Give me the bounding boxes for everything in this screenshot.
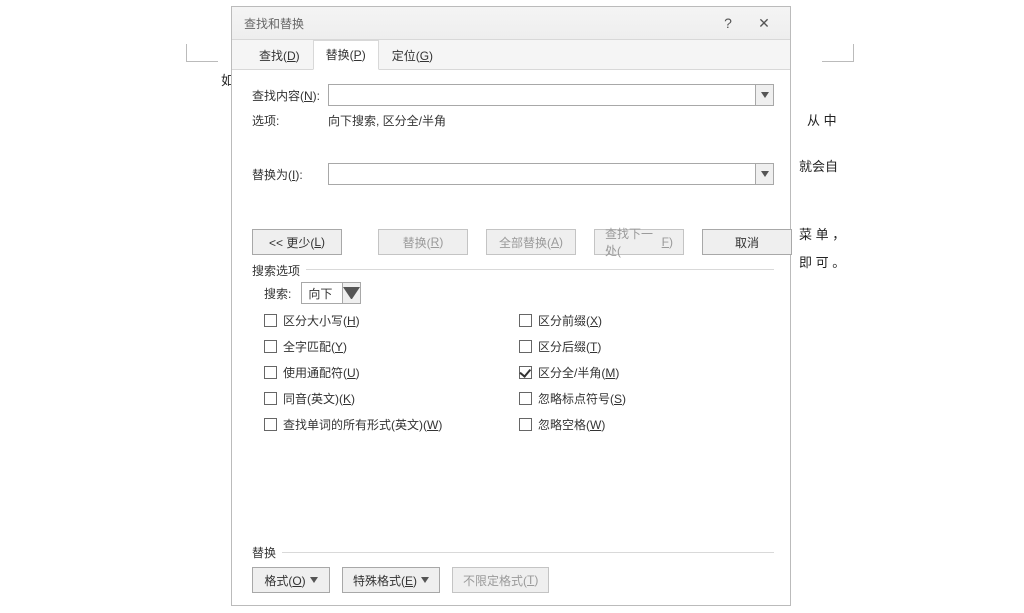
no-format-button[interactable]: 不限定格式(T): [452, 567, 549, 593]
tab-replace[interactable]: 替换(P): [313, 40, 379, 70]
page-corner-top-left: [186, 44, 218, 62]
form-area: 查找内容(N): 选项: 向下搜索, 区分全/半角 替换为(I):: [232, 70, 790, 219]
replace-format-section: 替换 格式(O) 特殊格式(E) 不限定格式(T): [252, 552, 774, 593]
replace-format-legend: 替换: [252, 544, 282, 561]
page-corner-top-right: [822, 44, 854, 62]
find-next-button[interactable]: 查找下一处(F): [594, 229, 684, 255]
action-buttons-row: << 更少(L) 替换(R) 全部替换(A) 查找下一处(F) 取消: [232, 219, 790, 263]
search-options-fieldset: 搜索选项 搜索: 向下 区分大小写(H) 全字匹配(Y) 使用通配符(U) 同音…: [252, 269, 774, 437]
replace-button[interactable]: 替换(R): [378, 229, 468, 255]
ignore-space-checkbox[interactable]: 忽略空格(W): [519, 416, 774, 433]
dialog-titlebar[interactable]: 查找和替换 ? ✕: [232, 7, 790, 40]
replace-with-input[interactable]: [328, 163, 774, 185]
replace-with-label: 替换为(I):: [252, 166, 328, 183]
dialog-title: 查找和替换: [244, 15, 710, 32]
search-direction-label: 搜索:: [264, 285, 291, 302]
search-direction-select[interactable]: 向下: [301, 282, 361, 304]
tab-goto[interactable]: 定位(G): [379, 41, 446, 70]
find-content-dropdown[interactable]: [755, 85, 773, 105]
find-content-input[interactable]: [328, 84, 774, 106]
options-value: 向下搜索, 区分全/半角: [328, 112, 446, 129]
full-half-width-checkbox[interactable]: 区分全/半角(M): [519, 364, 774, 381]
whole-word-checkbox[interactable]: 全字匹配(Y): [264, 338, 519, 355]
less-button[interactable]: << 更少(L): [252, 229, 342, 255]
suffix-checkbox[interactable]: 区分后缀(T): [519, 338, 774, 355]
search-options-legend: 搜索选项: [252, 262, 306, 279]
help-button[interactable]: ?: [710, 11, 746, 35]
options-label: 选项:: [252, 112, 328, 129]
ignore-punct-checkbox[interactable]: 忽略标点符号(S): [519, 390, 774, 407]
find-content-label: 查找内容(N):: [252, 87, 328, 104]
find-replace-dialog: 查找和替换 ? ✕ 查找(D) 替换(P) 定位(G) 查找内容(N): 选项:…: [231, 6, 791, 606]
wildcards-checkbox[interactable]: 使用通配符(U): [264, 364, 519, 381]
search-direction-value: 向下: [302, 285, 342, 302]
chevron-down-icon[interactable]: [342, 283, 360, 303]
replace-with-field[interactable]: [329, 164, 755, 184]
prefix-checkbox[interactable]: 区分前缀(X): [519, 312, 774, 329]
replace-all-button[interactable]: 全部替换(A): [486, 229, 576, 255]
all-forms-checkbox[interactable]: 查找单词的所有形式(英文)(W): [264, 416, 519, 433]
sounds-like-checkbox[interactable]: 同音(英文)(K): [264, 390, 519, 407]
dialog-tabs: 查找(D) 替换(P) 定位(G): [232, 40, 790, 70]
find-content-field[interactable]: [329, 85, 755, 105]
close-button[interactable]: ✕: [746, 11, 782, 35]
cancel-button[interactable]: 取消: [702, 229, 792, 255]
special-format-button[interactable]: 特殊格式(E): [342, 567, 440, 593]
replace-with-dropdown[interactable]: [755, 164, 773, 184]
tab-find[interactable]: 查找(D): [246, 41, 313, 70]
match-case-checkbox[interactable]: 区分大小写(H): [264, 312, 519, 329]
format-button[interactable]: 格式(O): [252, 567, 330, 593]
